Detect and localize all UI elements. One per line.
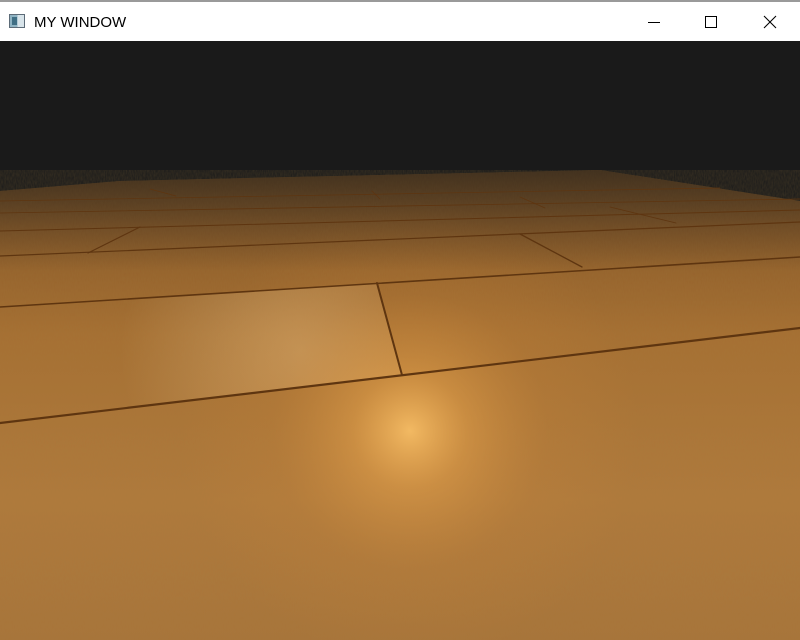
render-viewport[interactable] bbox=[0, 41, 800, 640]
minimize-icon bbox=[648, 21, 660, 23]
maximize-icon bbox=[705, 15, 717, 28]
close-button[interactable] bbox=[747, 2, 793, 41]
close-icon bbox=[763, 15, 777, 28]
minimize-button[interactable] bbox=[631, 2, 677, 41]
title-bar[interactable]: MY WINDOW bbox=[0, 0, 800, 41]
maximize-button[interactable] bbox=[688, 2, 734, 41]
app-window-icon[interactable] bbox=[9, 14, 25, 28]
app-window: MY WINDOW bbox=[0, 0, 800, 640]
window-title: MY WINDOW bbox=[34, 14, 127, 31]
wood-floor-scene bbox=[0, 170, 800, 640]
